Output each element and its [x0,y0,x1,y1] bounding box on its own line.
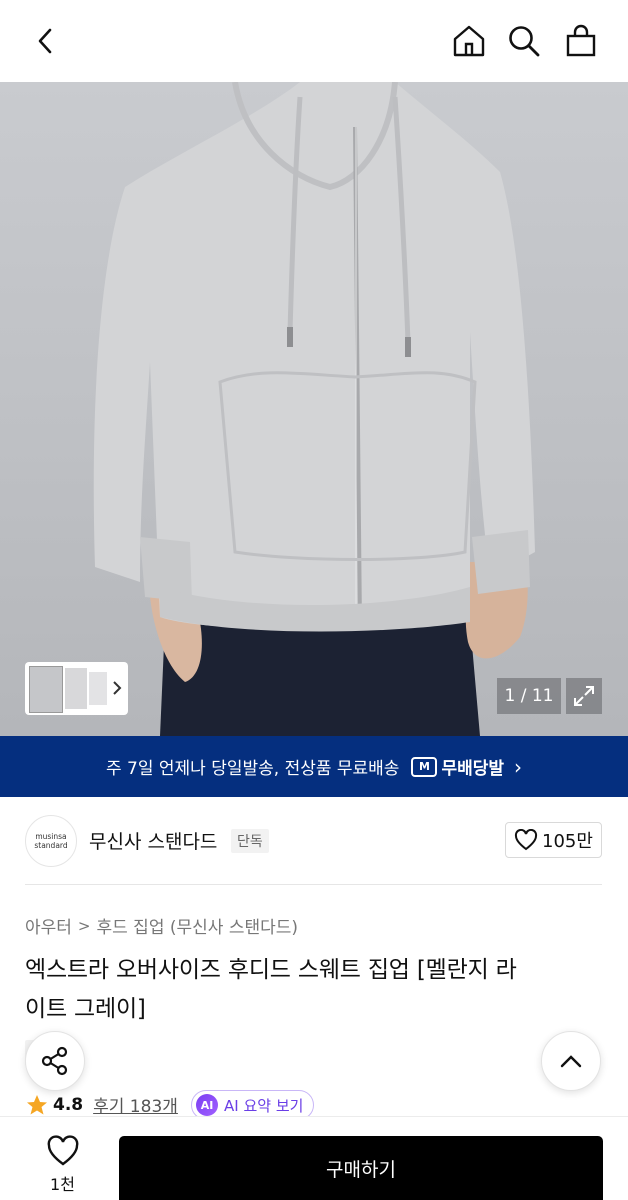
share-icon [41,1046,68,1076]
divider [25,884,602,885]
product-image[interactable] [0,82,628,736]
scroll-to-top-button[interactable] [541,1031,601,1091]
search-button[interactable] [505,21,543,61]
thumbnail-image[interactable] [89,672,107,705]
brand-logo-line2: standard [34,841,68,850]
top-navigation-bar [0,0,628,82]
brand-like-count: 105만 [542,831,593,852]
banner-text: 주 7일 언제나 당일발송, 전상품 무료배송 [105,759,400,779]
shopping-bag-icon [566,24,596,57]
free-shipping-logo: M 무배당발 [411,754,504,779]
product-title-line2: 이트 그레이] [25,996,146,1022]
free-shipping-banner[interactable]: 주 7일 언제나 당일발송, 전상품 무료배송 M 무배당발 › [0,736,628,797]
image-counter: 1 / 11 [497,678,561,714]
chevron-left-icon [38,28,52,54]
chevron-right-icon: > [77,916,91,935]
home-button[interactable] [450,21,488,61]
wishlist-count: 1천 [50,1175,75,1194]
share-button[interactable] [25,1031,85,1091]
brand-logo-line1: musinsa [35,832,67,841]
thumbnail-image[interactable] [65,668,87,709]
review-count-link[interactable]: 후기 183개 [93,1092,178,1117]
ai-summary-button[interactable]: AI AI 요약 보기 [191,1090,315,1120]
home-icon [453,25,485,57]
brand-name[interactable]: 무신사 스탠다드 [89,827,217,854]
back-button[interactable] [26,22,64,60]
search-icon [509,26,540,57]
breadcrumb-category[interactable]: 아우터 [25,913,72,938]
expand-image-button[interactable] [566,678,602,714]
cart-button[interactable] [562,21,600,61]
heart-icon [47,1135,78,1166]
buy-button[interactable]: 구매하기 [119,1136,603,1200]
brand-logo[interactable]: musinsa standard [25,815,77,867]
ai-badge-icon: AI [196,1094,218,1116]
breadcrumb-subcategory[interactable]: 후드 집업 (무신사 스탠다드) [97,913,299,938]
brand-like-button[interactable]: 105만 [505,822,602,858]
truck-logo-mark: M [411,756,438,777]
breadcrumb: 아우터 > 후드 집업 (무신사 스탠다드) [25,913,299,939]
expand-icon [574,686,594,706]
exclusive-badge: 단독 [231,829,269,853]
hoodie-illustration [93,82,535,736]
chevron-right-icon [113,681,122,695]
rating-value: 4.8 [53,1094,84,1115]
rating-row: 4.8 후기 183개 [25,1092,178,1117]
chevron-right-icon: › [514,754,523,779]
product-title: 엑스트라 오버사이즈 후디드 스웨트 집업 [멜란지 라 이트 그레이] [25,951,600,1029]
chevron-up-icon [560,1055,582,1068]
product-title-line1: 엑스트라 오버사이즈 후디드 스웨트 집업 [멜란지 라 [25,957,517,983]
heart-icon [514,829,538,851]
free-shipping-label: 무배당발 [441,759,505,779]
wishlist-button[interactable]: 1천 [25,1135,100,1200]
ai-summary-label: AI 요약 보기 [224,1096,304,1115]
image-thumbnail-strip[interactable] [25,662,128,715]
star-icon [27,1094,47,1114]
thumbnail-image[interactable] [29,666,63,713]
